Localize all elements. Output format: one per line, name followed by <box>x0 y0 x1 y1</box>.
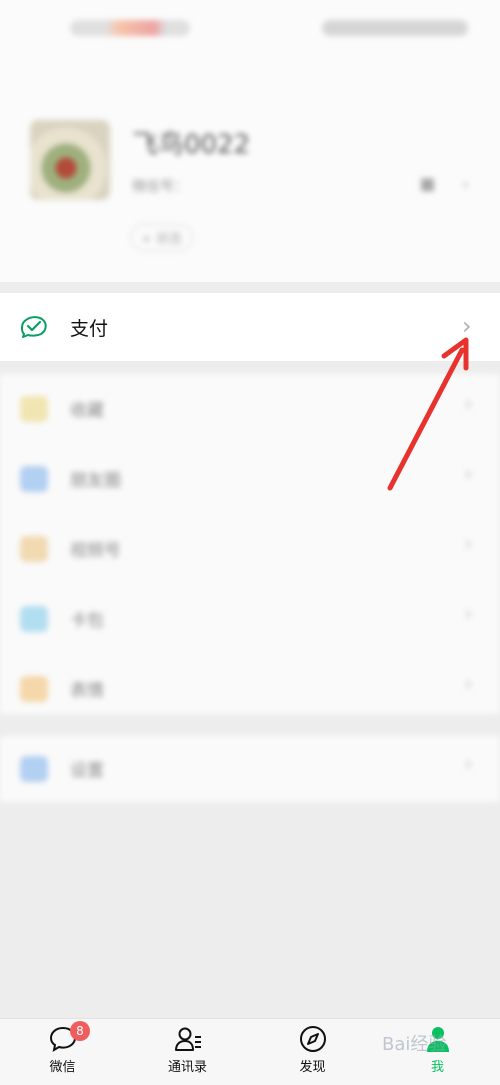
unread-badge: 8 <box>70 1021 90 1041</box>
tab-label: 通讯录 <box>167 1060 207 1075</box>
person-icon <box>426 1027 449 1052</box>
avatar[interactable] <box>30 120 110 200</box>
tab-label: 微信 <box>49 1060 76 1075</box>
contacts-icon <box>174 1027 201 1051</box>
chevron-right-icon: › <box>464 602 473 627</box>
wechat-id: 微信号： <box>132 179 188 195</box>
status-button[interactable]: + 状态 <box>130 224 194 251</box>
tab-label: 我 <box>430 1060 444 1075</box>
menu-item-label: 朋友圈 <box>70 471 121 491</box>
chevron-right-icon[interactable]: › <box>462 174 469 195</box>
menu-item-label: 表情 <box>70 681 104 701</box>
menu-item-label: 卡包 <box>70 611 104 631</box>
chevron-right-icon: › <box>464 462 473 487</box>
menu-item-cards[interactable]: 卡包 › <box>0 584 500 654</box>
moments-icon <box>20 466 48 492</box>
menu-item-label: 收藏 <box>70 401 104 421</box>
menu-item-label: 设置 <box>70 761 104 781</box>
stickers-icon <box>20 676 48 702</box>
menu-list: 收藏 › 朋友圈 › 视频号 › 卡包 › 表情 › <box>0 374 500 714</box>
tab-contacts[interactable]: 通讯录 <box>125 1024 250 1080</box>
status-bar-left <box>70 20 190 36</box>
pay-label: 支付 <box>70 318 109 340</box>
menu-item-label: 视频号 <box>70 541 121 561</box>
channels-icon <box>20 536 48 562</box>
chevron-right-icon: › <box>464 752 473 777</box>
qr-code-icon[interactable]: ▦ <box>420 174 435 193</box>
cards-icon <box>20 606 48 632</box>
menu-item-stickers[interactable]: 表情 › <box>0 654 500 724</box>
chevron-right-icon: › <box>464 532 473 557</box>
profile-name: 飞鸟0022 <box>132 130 251 160</box>
tab-me[interactable]: 我 <box>375 1024 500 1080</box>
favorites-icon <box>20 396 48 422</box>
menu-item-moments[interactable]: 朋友圈 › <box>0 444 500 514</box>
wallet-check-icon <box>20 316 47 338</box>
tab-label: 发现 <box>299 1060 326 1075</box>
menu-item-favorites[interactable]: 收藏 › <box>0 374 500 444</box>
menu-item-channels[interactable]: 视频号 › <box>0 514 500 584</box>
chevron-right-icon: › <box>464 392 473 417</box>
chevron-right-icon: › <box>462 312 472 340</box>
compass-icon <box>299 1026 326 1052</box>
settings-icon <box>20 756 48 782</box>
tab-chats[interactable]: 8 微信 <box>0 1021 125 1080</box>
chevron-right-icon: › <box>464 672 473 697</box>
tab-discover[interactable]: 发现 <box>250 1024 375 1080</box>
menu-item-settings[interactable]: 设置 › <box>0 736 500 802</box>
status-bar-right <box>322 20 468 36</box>
